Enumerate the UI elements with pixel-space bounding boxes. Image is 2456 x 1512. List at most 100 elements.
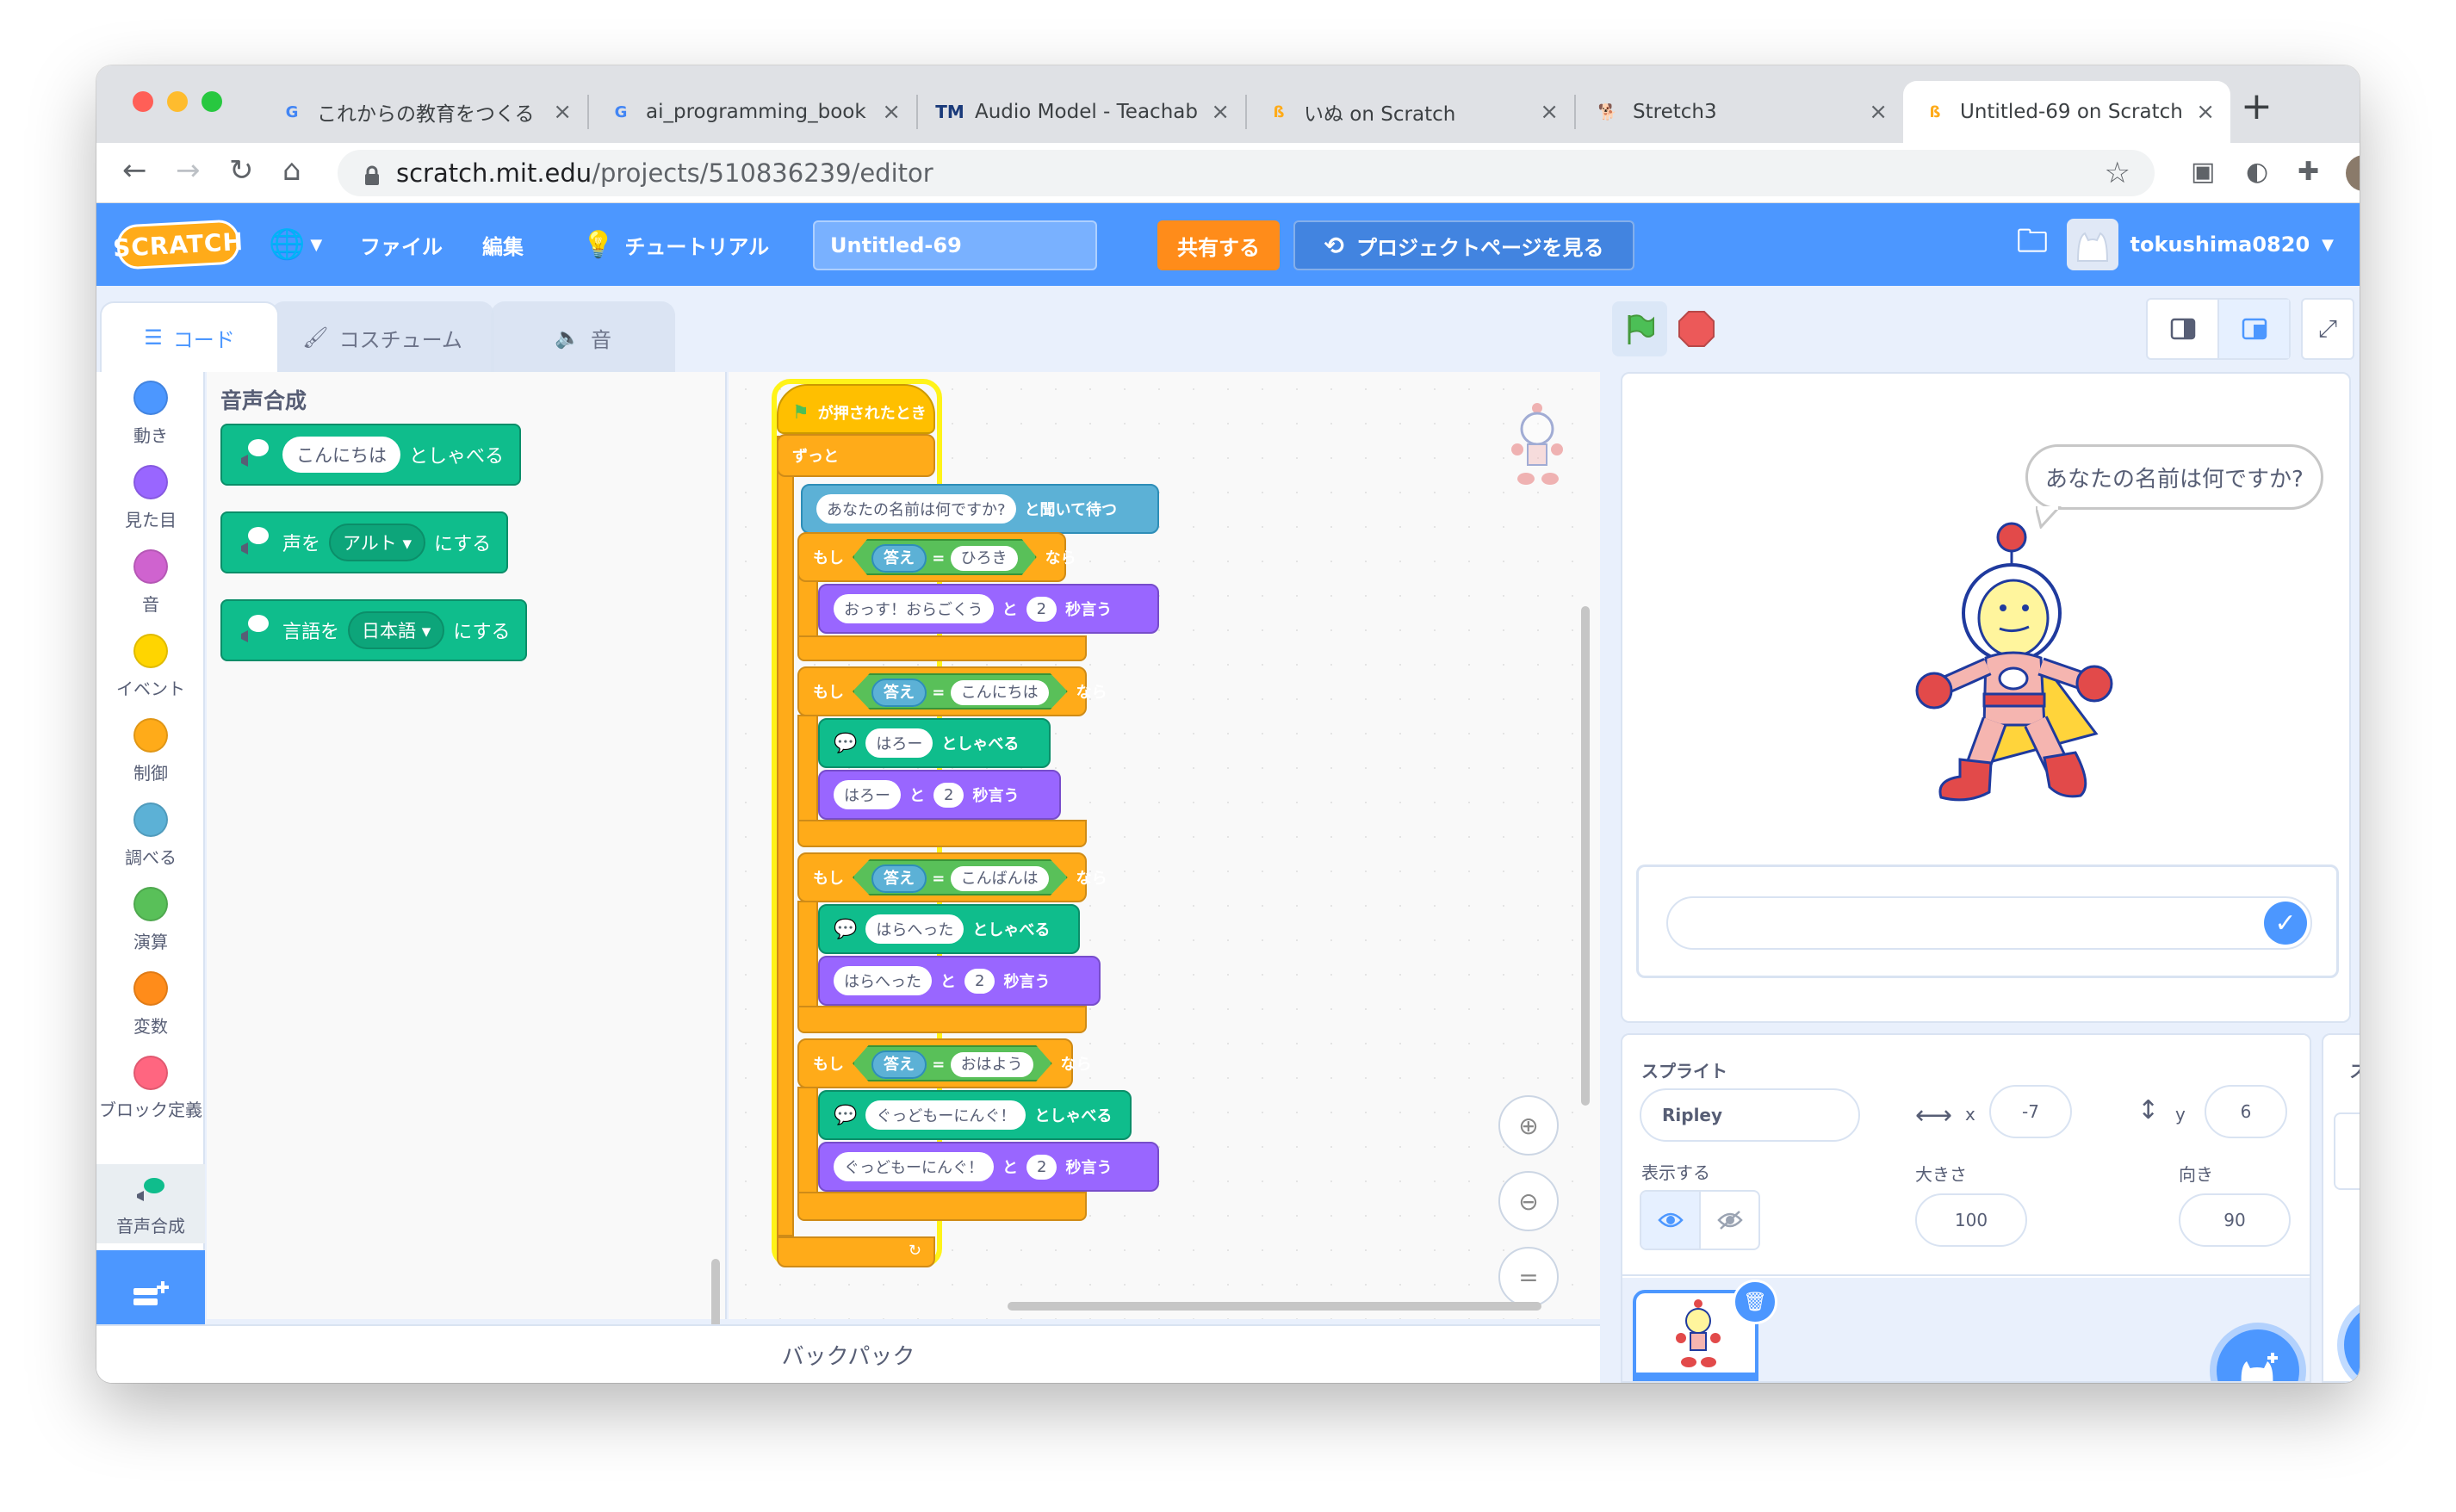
equals-operator[interactable]: 答え = ひろき — [853, 539, 1037, 575]
project-title-input[interactable]: Untitled-69 — [813, 220, 1097, 270]
speak-text-input[interactable]: こんにちは — [282, 437, 400, 473]
close-tab-icon[interactable]: × — [1211, 99, 1230, 125]
reload-icon[interactable]: ↻ — [229, 153, 254, 188]
answer-reporter[interactable]: 答え — [871, 1050, 927, 1079]
script-scrollbar-vertical[interactable] — [1581, 606, 1590, 1106]
speak-text-input[interactable]: はらへった — [865, 914, 964, 944]
answer-reporter[interactable]: 答え — [871, 864, 927, 893]
secs-input[interactable]: 2 — [964, 968, 995, 994]
fullscreen-icon[interactable]: ⤢ — [2301, 298, 2354, 360]
palette-block-set-voice[interactable]: 声を アルト ▾ にする — [220, 511, 509, 573]
if-block[interactable]: もし 答え = こんばんは なら — [797, 852, 1107, 902]
normal-stage-button[interactable] — [2219, 300, 2289, 358]
compare-value-input[interactable]: こんにちは — [950, 680, 1049, 705]
profile-avatar[interactable] — [2346, 155, 2360, 191]
speak-block[interactable]: 💬 はらへった としゃべる — [818, 904, 1080, 954]
direction-input[interactable]: 90 — [2179, 1193, 2291, 1247]
edit-menu[interactable]: 編集 — [482, 203, 524, 286]
see-project-page-button[interactable]: ⟲ プロジェクトページを見る — [1293, 220, 1634, 270]
tab-code[interactable]: ☰ コード — [100, 301, 279, 372]
backpack[interactable]: バックパック — [96, 1324, 1600, 1383]
equals-operator[interactable]: 答え = こんにちは — [853, 673, 1068, 710]
zoom-out-icon[interactable]: ⊖ — [1498, 1171, 1559, 1231]
say-text-input[interactable]: はろー — [834, 780, 901, 809]
language-dropdown[interactable]: 日本語 ▾ — [348, 611, 445, 649]
answer-input[interactable] — [1666, 896, 2312, 950]
if-block[interactable]: もし 答え = こんにちは なら — [797, 666, 1107, 716]
ripley-sprite[interactable] — [1915, 518, 2130, 828]
y-input[interactable]: 6 — [2205, 1085, 2287, 1138]
category-my-blocks[interactable]: ブロック定義 — [96, 1056, 205, 1123]
when-flag-clicked-block[interactable]: ⚑ が押されたとき — [777, 384, 935, 434]
compare-value-input[interactable]: こんばんは — [950, 866, 1049, 891]
choose-backdrop-button[interactable] — [2344, 1304, 2360, 1383]
close-tab-icon[interactable]: × — [553, 99, 572, 125]
category-text-to-speech[interactable]: 音声合成 — [96, 1164, 205, 1243]
green-flag-button[interactable] — [1612, 301, 1667, 356]
speak-text-input[interactable]: ぐっどもーにんぐ！ — [865, 1100, 1026, 1130]
ask-and-wait-block[interactable]: あなたの名前は何ですか? と聞いて待つ — [801, 484, 1159, 534]
back-arrow-icon[interactable]: ← — [122, 153, 147, 188]
zoom-reset-icon[interactable]: = — [1498, 1247, 1559, 1307]
screen-share-icon[interactable]: ▣ — [2191, 157, 2215, 187]
new-tab-icon[interactable]: + — [2241, 84, 2273, 128]
category-operators[interactable]: 演算 — [96, 887, 205, 953]
category-sensing[interactable]: 調べる — [96, 802, 205, 869]
if-block[interactable]: もし 答え = おはよう なら — [797, 1038, 1092, 1088]
speak-block[interactable]: 💬 はろー としゃべる — [818, 718, 1051, 768]
url-field[interactable]: scratch.mit.edu/projects/510836239/edito… — [338, 150, 2155, 196]
submit-answer-check-icon[interactable]: ✓ — [2264, 902, 2307, 945]
close-tab-icon[interactable]: × — [2196, 99, 2215, 125]
forever-block[interactable]: ずっと — [777, 434, 935, 477]
tutorials-menu[interactable]: 💡 チュートリアル — [582, 203, 769, 286]
say-for-secs-block[interactable]: ぐっどもーにんぐ！ と 2 秒言う — [818, 1142, 1159, 1192]
palette-block-set-language[interactable]: 言語を 日本語 ▾ にする — [220, 599, 528, 661]
browser-tab[interactable]: ß いぬ on Scratch × — [1247, 81, 1574, 143]
tab-costumes[interactable]: 🖌 コスチューム — [270, 301, 494, 372]
hide-sprite-button[interactable] — [1701, 1192, 1758, 1249]
stop-button[interactable] — [1678, 310, 1715, 348]
equals-operator[interactable]: 答え = おはよう — [853, 1045, 1052, 1081]
zoom-in-icon[interactable]: ⊕ — [1498, 1095, 1559, 1156]
home-icon[interactable]: ⌂ — [282, 153, 301, 188]
forward-arrow-icon[interactable]: → — [176, 153, 201, 188]
equals-operator[interactable]: 答え = こんばんは — [853, 859, 1068, 895]
scratch-logo[interactable]: SCRATCH — [112, 219, 245, 270]
browser-tab[interactable]: 🐕 Stretch3 × — [1576, 81, 1903, 143]
say-text-input[interactable]: ぐっどもーにんぐ！ — [834, 1152, 994, 1181]
my-stuff-folder-icon[interactable]: 🗀 — [2017, 203, 2048, 286]
secs-input[interactable]: 2 — [933, 782, 964, 808]
stage-canvas[interactable]: あなたの名前は何ですか? ✓ — [1621, 372, 2351, 1023]
close-tab-icon[interactable]: × — [882, 99, 901, 125]
tab-sounds[interactable]: 🔈 音 — [491, 301, 675, 372]
backdrop-thumbnail[interactable] — [2334, 1112, 2360, 1190]
close-tab-icon[interactable]: × — [1540, 99, 1559, 125]
ask-question-input[interactable]: あなたの名前は何ですか? — [816, 494, 1016, 524]
say-for-secs-block[interactable]: はらへった と 2 秒言う — [818, 956, 1101, 1006]
category-events[interactable]: イベント — [96, 634, 205, 700]
show-sprite-button[interactable] — [1641, 1192, 1701, 1249]
zoom-window-button[interactable] — [202, 91, 222, 112]
bookmark-star-icon[interactable]: ☆ — [2105, 156, 2130, 190]
browser-tab[interactable]: G これからの教育をつくる × — [260, 81, 587, 143]
category-sound[interactable]: 音 — [96, 549, 205, 616]
category-control[interactable]: 制御 — [96, 718, 205, 784]
say-for-secs-block[interactable]: はろー と 2 秒言う — [818, 770, 1061, 820]
file-menu[interactable]: ファイル — [360, 203, 443, 286]
category-variables[interactable]: 変数 — [96, 971, 205, 1038]
close-tab-icon[interactable]: × — [1869, 99, 1888, 125]
sprite-name-input[interactable]: Ripley — [1640, 1088, 1860, 1142]
secs-input[interactable]: 2 — [1026, 1154, 1057, 1180]
extensions-puzzle-icon[interactable]: ✚ — [2298, 157, 2319, 187]
close-window-button[interactable] — [133, 91, 153, 112]
say-for-secs-block[interactable]: おっす！おらごくう と 2 秒言う — [818, 584, 1159, 634]
palette-block-speak[interactable]: こんにちは としゃべる — [220, 424, 522, 486]
secs-input[interactable]: 2 — [1026, 596, 1057, 622]
choose-sprite-button[interactable] — [2217, 1329, 2299, 1381]
say-text-input[interactable]: おっす！おらごくう — [834, 594, 994, 623]
voice-dropdown[interactable]: アルト ▾ — [329, 524, 426, 561]
category-motion[interactable]: 動き — [96, 381, 205, 447]
minimize-window-button[interactable] — [167, 91, 188, 112]
answer-reporter[interactable]: 答え — [871, 679, 927, 707]
category-looks[interactable]: 見た目 — [96, 465, 205, 531]
